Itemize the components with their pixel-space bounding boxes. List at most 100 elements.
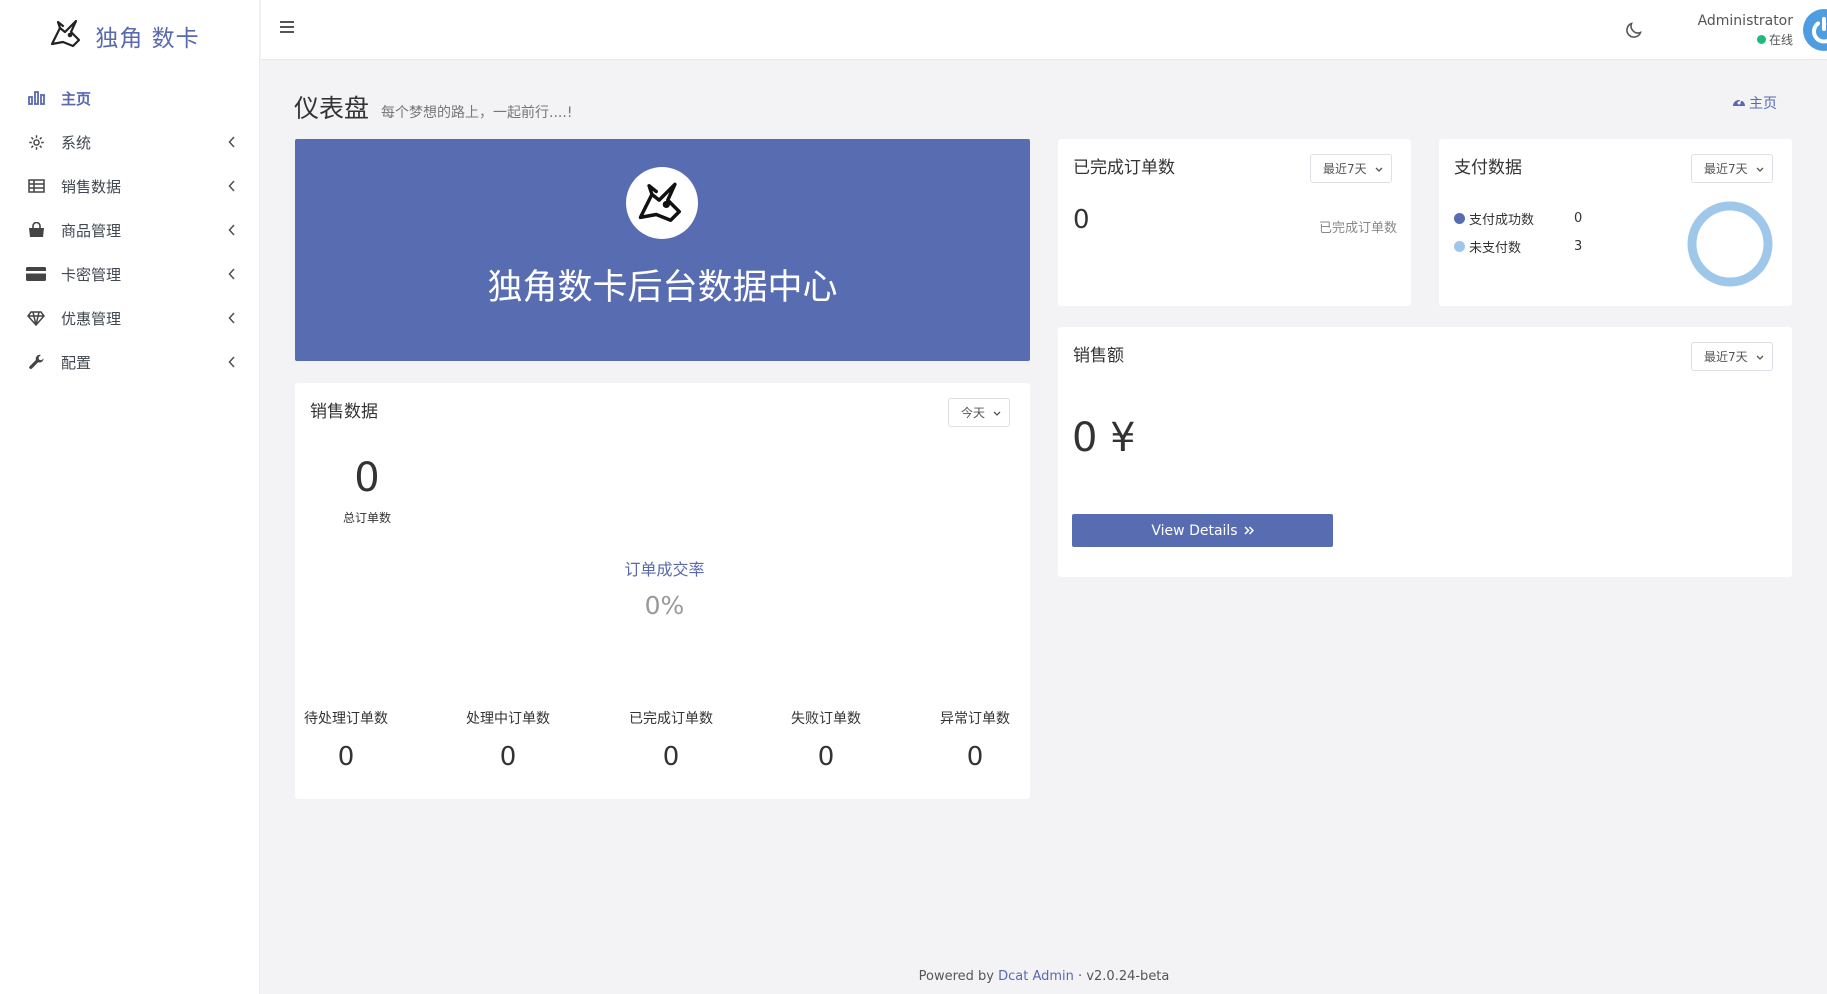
chevron-left-icon [225, 267, 239, 281]
sidebar: 独角 数卡 主页 系统 销售数据 商品管理 卡密管理 优惠管理 配置 [0, 0, 260, 994]
stat-abnormal: 异常订单数 0 [915, 708, 1035, 772]
sidebar-item-coupons[interactable]: 优惠管理 [0, 296, 259, 340]
legend-item[interactable]: 未支付数 3 [1454, 232, 1582, 260]
user-status-label: 在线 [1768, 33, 1793, 47]
page-subtitle: 每个梦想的路上，一起前行....! [381, 105, 573, 121]
completed-orders-value: 0 [1073, 205, 1090, 235]
payment-data-card: 支付数据 最近7天 支付成功数 0 未支付数 3 [1439, 139, 1792, 306]
shopping-bag-icon [26, 220, 46, 240]
chevron-left-icon [225, 355, 239, 369]
stat-value: 0 [662, 742, 680, 772]
legend-label: 支付成功数 [1469, 212, 1535, 228]
stat-value: 0 [499, 742, 517, 772]
footer-dcat-link[interactable]: Dcat Admin [998, 969, 1074, 984]
stat-failed: 失败订单数 0 [766, 708, 886, 772]
conversion-rate-label: 订单成交率 [624, 560, 705, 579]
period-select[interactable]: 最近7天 [1691, 342, 1773, 371]
stat-label: 已完成订单数 [629, 711, 713, 727]
card-title: 销售数据 [310, 402, 378, 422]
footer-powered-by: Powered by [918, 969, 994, 984]
sidebar-item-products[interactable]: 商品管理 [0, 208, 259, 252]
breadcrumb[interactable]: 主页 [1732, 93, 1777, 113]
banner-title: 独角数卡后台数据中心 [487, 268, 838, 308]
sidebar-item-sales-data[interactable]: 销售数据 [0, 164, 259, 208]
card-title: 支付数据 [1454, 158, 1522, 178]
chevron-down-icon [993, 406, 1001, 420]
user-status: 在线 [1673, 31, 1793, 48]
user-info[interactable]: Administrator 在线 [1673, 13, 1793, 48]
chevron-down-icon [1756, 350, 1764, 364]
payment-legend: 支付成功数 0 未支付数 3 [1454, 204, 1582, 260]
payment-donut-chart[interactable] [1685, 199, 1775, 289]
stat-value: 0 [817, 742, 835, 772]
revenue-card: 销售额 最近7天 0 ¥ View Details [1058, 327, 1792, 577]
sidebar-item-card-keys[interactable]: 卡密管理 [0, 252, 259, 296]
card-title: 已完成订单数 [1073, 158, 1175, 178]
page-title: 仪表盘 [294, 94, 370, 123]
footer-version: v2.0.24-beta [1086, 969, 1170, 984]
stat-label: 异常订单数 [940, 711, 1010, 727]
sidebar-item-label: 销售数据 [61, 177, 122, 196]
chevron-left-icon [225, 311, 239, 325]
stat-value: 0 [337, 742, 355, 772]
gear-icon [26, 132, 46, 152]
sidebar-item-label: 优惠管理 [61, 309, 122, 328]
sidebar-item-config[interactable]: 配置 [0, 340, 259, 384]
stat-processing: 处理中订单数 0 [448, 708, 568, 772]
dark-mode-toggle-icon[interactable] [1624, 20, 1646, 42]
brand[interactable]: 独角 数卡 [0, 0, 259, 72]
sales-data-card: 销售数据 今天 0 总订单数 订单成交率 0% 待处理订单数 0 处理中订单数 … [295, 383, 1030, 799]
sidebar-item-system[interactable]: 系统 [0, 120, 259, 164]
legend-value: 3 [1574, 238, 1583, 254]
chevron-left-icon [225, 135, 239, 149]
footer: Powered by Dcat Admin · v2.0.24-beta [261, 969, 1827, 984]
sidebar-item-label: 系统 [61, 133, 92, 152]
period-select[interactable]: 最近7天 [1310, 154, 1392, 183]
stat-completed: 已完成订单数 0 [611, 708, 731, 772]
avatar[interactable] [1803, 9, 1827, 51]
donut-segment-unpaid [1687, 201, 1773, 287]
wrench-icon [26, 352, 46, 372]
view-details-label: View Details [1151, 522, 1238, 539]
sidebar-item-label: 卡密管理 [61, 265, 122, 284]
total-orders-label: 总订单数 [342, 511, 391, 525]
unicorn-logo-icon [626, 167, 698, 239]
bar-chart-icon [26, 88, 46, 108]
chevron-left-icon [225, 223, 239, 237]
sidebar-item-label: 商品管理 [61, 221, 122, 240]
period-select[interactable]: 今天 [948, 398, 1011, 427]
stat-label: 失败订单数 [791, 711, 861, 727]
legend-dot [1454, 212, 1465, 224]
period-select-value: 最近7天 [1704, 162, 1748, 176]
period-select-value: 今天 [961, 406, 986, 420]
welcome-banner: 独角数卡后台数据中心 [295, 139, 1030, 361]
completed-orders-label: 已完成订单数 [1318, 221, 1397, 236]
breadcrumb-label: 主页 [1749, 96, 1777, 112]
menu-toggle-icon[interactable] [279, 19, 297, 37]
legend-value: 0 [1574, 210, 1583, 226]
total-orders-value: 0 [354, 455, 380, 501]
stat-label: 待处理订单数 [304, 711, 388, 727]
conversion-rate-value: 0% [644, 591, 685, 620]
card-title: 销售额 [1073, 346, 1124, 366]
table-icon [26, 176, 46, 196]
view-details-button[interactable]: View Details [1072, 514, 1333, 547]
sidebar-item-label: 配置 [61, 353, 92, 372]
completed-orders-card: 已完成订单数 最近7天 0 已完成订单数 [1058, 139, 1411, 306]
period-select[interactable]: 最近7天 [1691, 154, 1773, 183]
credit-card-icon [26, 264, 46, 284]
chevron-down-icon [1756, 162, 1764, 176]
period-select-value: 最近7天 [1704, 350, 1748, 364]
online-status-dot [1756, 35, 1766, 44]
unicorn-logo-icon [49, 18, 85, 54]
footer-separator: · [1078, 969, 1083, 984]
stat-value: 0 [966, 742, 984, 772]
page-header: 仪表盘 每个梦想的路上，一起前行....! [294, 89, 572, 125]
period-select-value: 最近7天 [1323, 162, 1367, 176]
sidebar-item-home[interactable]: 主页 [0, 76, 259, 120]
legend-item[interactable]: 支付成功数 0 [1454, 204, 1582, 232]
revenue-value: 0 ¥ [1072, 415, 1136, 461]
stat-label: 处理中订单数 [466, 711, 550, 727]
chevron-down-icon [1375, 162, 1383, 176]
chevron-left-icon [225, 179, 239, 193]
